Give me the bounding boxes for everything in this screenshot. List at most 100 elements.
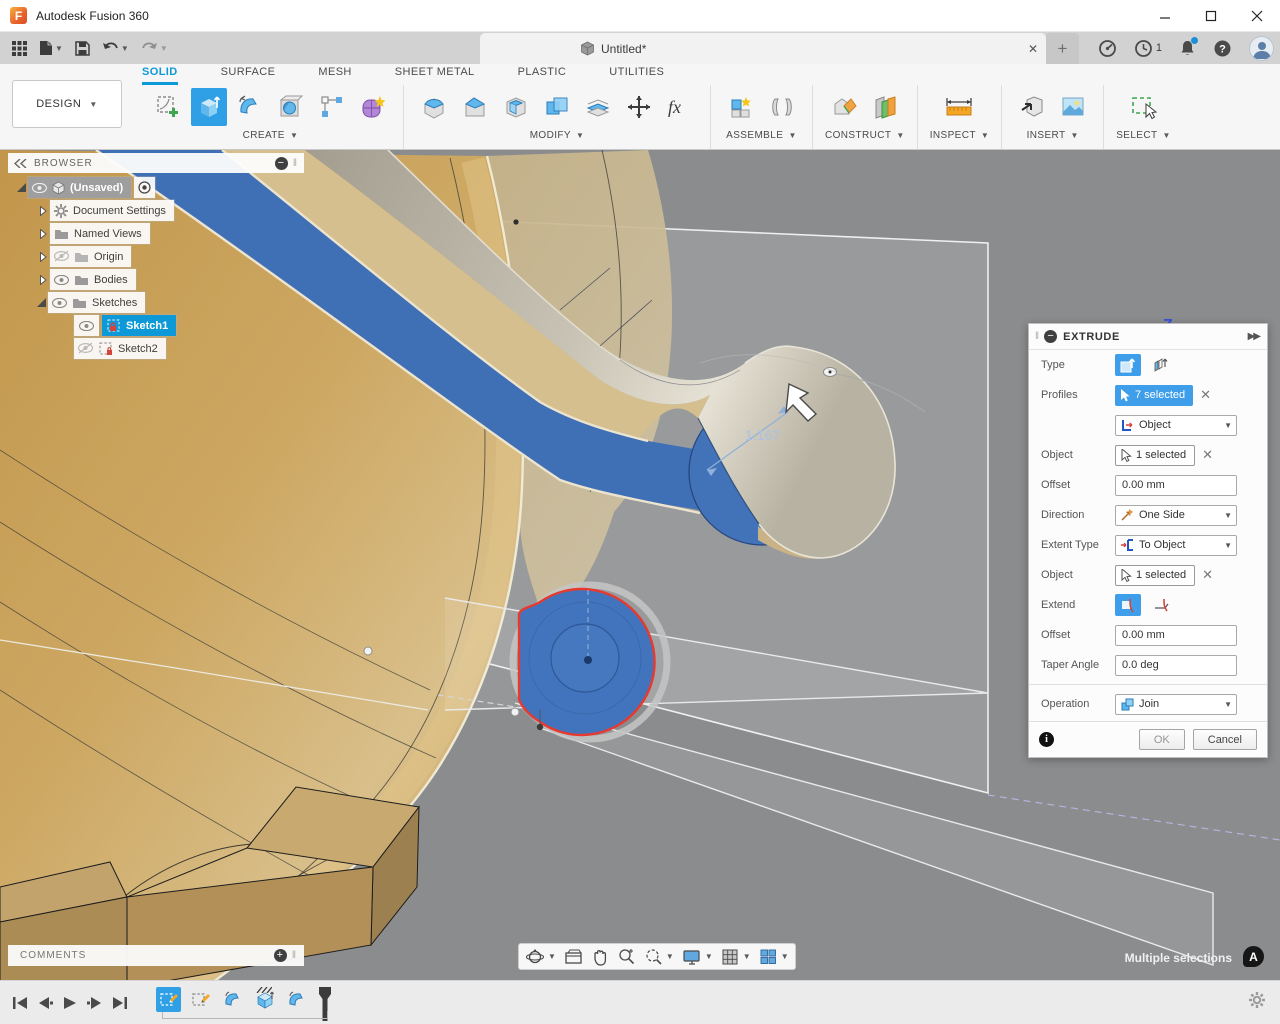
eye-off-icon[interactable] xyxy=(54,251,69,262)
browser-header[interactable]: BROWSER −‖ xyxy=(8,153,304,173)
dialog-expand-icon[interactable]: ▶▶ xyxy=(1248,331,1259,342)
browser-row-sketch2[interactable]: Sketch2 xyxy=(8,338,308,359)
start-dropdown[interactable]: Object▼ xyxy=(1115,415,1237,436)
browser-row-origin[interactable]: Origin xyxy=(8,246,308,267)
go-to-start-icon[interactable] xyxy=(12,995,28,1011)
undo-icon[interactable]: ▼ xyxy=(98,38,133,58)
press-pull-icon[interactable] xyxy=(416,88,452,126)
collapse-all-icon[interactable]: − xyxy=(275,157,288,170)
activate-component-radio[interactable] xyxy=(134,177,155,198)
notifications-bell-icon[interactable] xyxy=(1179,39,1196,57)
combine-icon[interactable] xyxy=(539,88,575,126)
change-parameters-icon[interactable]: fx xyxy=(662,88,698,126)
dialog-header[interactable]: ‖ − EXTRUDE ▶▶ xyxy=(1029,324,1267,350)
viewport-canvas[interactable]: 1.167 Z RIGHT Y X xyxy=(0,150,1280,980)
clear-extent-object-icon[interactable]: ✕ xyxy=(1202,567,1213,583)
dialog-collapse-icon[interactable]: − xyxy=(1044,330,1057,343)
display-settings-icon[interactable]: ▼ xyxy=(682,948,713,966)
joint-icon[interactable] xyxy=(764,88,800,126)
start-offset-input[interactable]: 0.00 mm xyxy=(1115,475,1237,496)
help-icon[interactable]: ? xyxy=(1213,39,1232,58)
assistant-badge[interactable]: A xyxy=(1243,946,1264,967)
new-component-icon[interactable] xyxy=(723,88,759,126)
collapsed-arrow-icon[interactable] xyxy=(40,252,47,262)
tab-surface[interactable]: SURFACE xyxy=(221,66,276,85)
extrude-icon[interactable] xyxy=(191,88,227,126)
collapsed-arrow-icon[interactable] xyxy=(40,275,47,285)
eye-icon[interactable] xyxy=(79,321,94,331)
zoom-icon[interactable] xyxy=(617,947,636,966)
browser-row-bodies[interactable]: Bodies xyxy=(8,269,308,290)
profiles-selection-button[interactable]: 7 selected xyxy=(1115,385,1193,406)
browser-row-sketch1[interactable]: Sketch1 xyxy=(8,315,308,336)
create-form-icon[interactable] xyxy=(355,88,391,126)
hole-icon[interactable] xyxy=(273,88,309,126)
canvas-icon[interactable] xyxy=(1055,88,1091,126)
create-sketch-icon[interactable] xyxy=(150,88,186,126)
tab-mesh[interactable]: MESH xyxy=(318,66,351,85)
extensions-icon[interactable] xyxy=(1098,39,1117,58)
group-label-assemble[interactable]: ASSEMBLE ▼ xyxy=(726,130,797,141)
document-tab[interactable]: Untitled* ✕ xyxy=(480,33,1046,64)
go-to-end-icon[interactable] xyxy=(112,995,128,1011)
pattern-icon[interactable] xyxy=(314,88,350,126)
profile-avatar[interactable] xyxy=(1249,36,1274,61)
app-grid-icon[interactable] xyxy=(8,38,31,59)
eye-icon[interactable] xyxy=(52,298,67,308)
redo-icon[interactable]: ▼ xyxy=(137,38,172,58)
tab-close-icon[interactable]: ✕ xyxy=(1028,42,1038,56)
group-label-insert[interactable]: INSERT ▼ xyxy=(1027,130,1079,141)
timeline-settings-gear-icon[interactable] xyxy=(1248,991,1280,1014)
select-icon[interactable] xyxy=(1126,88,1162,126)
group-label-create[interactable]: CREATE ▼ xyxy=(243,130,299,141)
look-at-icon[interactable] xyxy=(564,948,583,966)
step-back-icon[interactable] xyxy=(37,995,53,1011)
maximize-button[interactable] xyxy=(1188,0,1234,32)
offset-plane-icon[interactable] xyxy=(826,88,862,126)
timeline-sketch2-icon[interactable] xyxy=(188,987,213,1012)
play-icon[interactable] xyxy=(62,995,78,1011)
group-label-construct[interactable]: CONSTRUCT ▼ xyxy=(825,130,905,141)
direction-dropdown[interactable]: One Side▼ xyxy=(1115,505,1237,526)
timeline-revolve2-icon[interactable] xyxy=(284,987,309,1012)
timeline-revolve1-icon[interactable] xyxy=(220,987,245,1012)
minimize-button[interactable] xyxy=(1142,0,1188,32)
new-tab-button[interactable]: + xyxy=(1046,33,1079,64)
ok-button[interactable]: OK xyxy=(1139,729,1185,750)
move-copy-icon[interactable] xyxy=(621,88,657,126)
type-thin-extrude-button[interactable] xyxy=(1148,354,1174,376)
extent-type-dropdown[interactable]: To Object▼ xyxy=(1115,535,1237,556)
dimension-value[interactable]: 1.167 xyxy=(745,427,780,443)
add-comment-icon[interactable]: + xyxy=(274,949,287,962)
collapsed-arrow-icon[interactable] xyxy=(40,229,47,239)
extent-object-selection-button[interactable]: 1 selected xyxy=(1115,565,1195,586)
group-label-inspect[interactable]: INSPECT ▼ xyxy=(930,130,989,141)
measure-icon[interactable] xyxy=(941,88,977,126)
file-menu-icon[interactable]: ▼ xyxy=(35,37,67,59)
group-label-select[interactable]: SELECT ▼ xyxy=(1116,130,1171,141)
viewports-icon[interactable]: ▼ xyxy=(759,948,789,966)
clear-object-icon[interactable]: ✕ xyxy=(1202,447,1213,463)
type-extrude-button[interactable] xyxy=(1115,354,1141,376)
start-object-selection-button[interactable]: 1 selected xyxy=(1115,445,1195,466)
tab-solid[interactable]: SOLID xyxy=(142,66,178,85)
taper-angle-input[interactable]: 0.0 deg xyxy=(1115,655,1237,676)
eye-off-icon[interactable] xyxy=(78,343,93,354)
tab-utilities[interactable]: UTILITIES xyxy=(609,66,664,85)
expanded-arrow-icon[interactable] xyxy=(17,183,26,192)
operation-dropdown[interactable]: Join▼ xyxy=(1115,694,1237,715)
extend-adjacent-button[interactable] xyxy=(1148,594,1174,616)
info-icon[interactable]: i xyxy=(1039,732,1054,747)
group-label-modify[interactable]: MODIFY ▼ xyxy=(530,130,585,141)
offset-input[interactable]: 0.00 mm xyxy=(1115,625,1237,646)
cancel-button[interactable]: Cancel xyxy=(1193,729,1257,750)
eye-icon[interactable] xyxy=(32,183,47,193)
tab-plastic[interactable]: PLASTIC xyxy=(518,66,567,85)
fit-icon[interactable]: ▼ xyxy=(644,947,674,966)
timeline-extrude1-icon[interactable] xyxy=(252,987,277,1012)
dialog-grip[interactable]: ‖ xyxy=(1035,331,1039,342)
comments-panel[interactable]: COMMENTS +‖ xyxy=(8,945,304,966)
timeline-sketch1-icon[interactable] xyxy=(156,987,181,1012)
expanded-arrow-icon[interactable] xyxy=(37,298,46,307)
grid-settings-icon[interactable]: ▼ xyxy=(721,948,751,966)
